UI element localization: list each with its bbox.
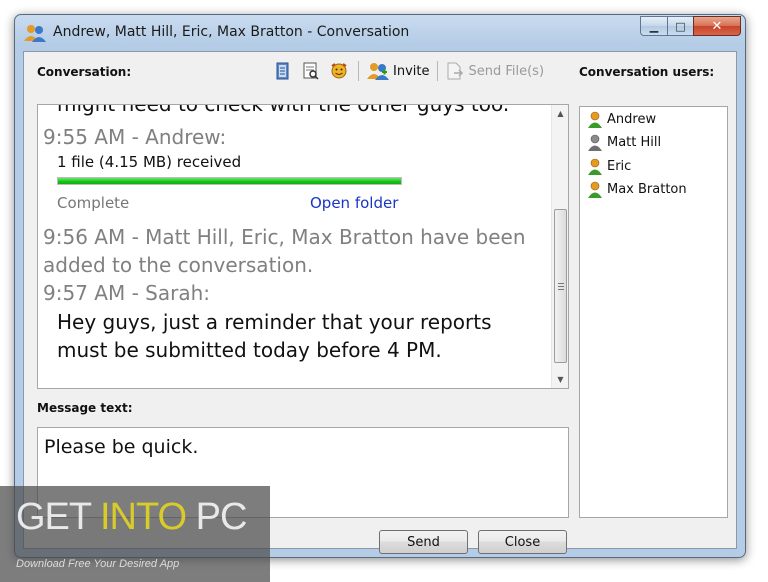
conversation-scrollbar[interactable]: ▲ ▼: [551, 105, 568, 388]
minimize-icon: ▁: [649, 19, 659, 33]
conversation-users-list: Andrew Matt Hill Eric Max Bratton: [579, 106, 728, 518]
user-name: Andrew: [607, 112, 657, 127]
send-files-label: Send File(s): [468, 63, 545, 79]
history-icon[interactable]: [274, 62, 292, 80]
close-button[interactable]: Close: [478, 530, 567, 554]
message-header: 9:55 AM - Andrew:: [43, 125, 227, 149]
preview-icon[interactable]: [302, 62, 320, 80]
invite-button[interactable]: Invite: [367, 62, 429, 80]
close-window-button[interactable]: ✕: [693, 16, 741, 36]
user-item-max-bratton[interactable]: Max Bratton: [588, 181, 687, 198]
toolbar-separator: [358, 61, 359, 81]
title-bar[interactable]: Andrew, Matt Hill, Eric, Max Bratton - C…: [15, 15, 745, 51]
client-area: Conversation: Invite Send File(s) Conver…: [23, 51, 737, 554]
send-button[interactable]: Send: [379, 530, 468, 554]
watermark-tagline: Download Free Your Desired App: [16, 558, 180, 570]
conversation-toolbar: Invite Send File(s): [274, 60, 552, 82]
conversation-window: Andrew, Matt Hill, Eric, Max Bratton - C…: [14, 14, 746, 558]
system-message: 9:56 AM - Matt Hill, Eric, Max Bratton h…: [43, 225, 526, 249]
maximize-icon: □: [675, 19, 686, 33]
conversation-users-label: Conversation users:: [579, 65, 715, 79]
watermark: GET INTO PC Download Free Your Desired A…: [0, 486, 270, 582]
conversation-label: Conversation:: [37, 65, 132, 79]
maximize-button[interactable]: □: [667, 16, 693, 36]
user-name: Eric: [607, 159, 632, 174]
user-online-icon: [588, 111, 602, 128]
message-text: Hey guys, just a reminder that your repo…: [57, 310, 492, 334]
message-header: 9:57 AM - Sarah:: [43, 281, 210, 305]
user-name: Matt Hill: [607, 135, 662, 150]
scroll-thumb[interactable]: [554, 209, 567, 363]
user-item-andrew[interactable]: Andrew: [588, 111, 656, 128]
open-folder-link[interactable]: Open folder: [310, 194, 398, 212]
users-app-icon: [24, 25, 46, 42]
file-transfer-text: 1 file (4.15 MB) received: [57, 153, 242, 171]
user-online-icon: [588, 181, 602, 198]
user-offline-icon: [588, 134, 602, 151]
toolbar-separator: [437, 61, 439, 81]
conversation-history[interactable]: might need to check with the other guys …: [37, 104, 569, 389]
close-icon: ✕: [711, 18, 723, 34]
message-text: must be submitted today before 4 PM.: [57, 338, 442, 362]
grip-icon: [557, 282, 564, 290]
user-name: Max Bratton: [607, 182, 687, 197]
file-progress-bar: [57, 177, 402, 185]
system-message-continued: added to the conversation.: [43, 253, 314, 277]
user-item-eric[interactable]: Eric: [588, 158, 631, 175]
window-title: Andrew, Matt Hill, Eric, Max Bratton - C…: [53, 24, 410, 40]
minimize-button[interactable]: ▁: [640, 16, 667, 36]
send-file-icon: [447, 62, 464, 80]
user-item-matt-hill[interactable]: Matt Hill: [588, 134, 661, 151]
send-files-button[interactable]: Send File(s): [446, 62, 544, 80]
file-status: Complete: [57, 194, 130, 212]
window-controls: ▁ □ ✕: [640, 16, 741, 36]
watermark-logo: GET INTO PC: [16, 496, 247, 538]
scroll-up-arrow[interactable]: ▲: [552, 105, 568, 122]
emoticon-icon[interactable]: [330, 62, 348, 80]
file-progress-fill: [58, 178, 401, 184]
user-online-icon: [588, 158, 602, 175]
scroll-down-arrow[interactable]: ▼: [552, 371, 568, 388]
invite-label: Invite: [393, 63, 430, 79]
message-text-label: Message text:: [37, 401, 133, 415]
invite-icon: [367, 63, 389, 80]
message-text-partial: might need to check with the other guys …: [57, 104, 510, 116]
